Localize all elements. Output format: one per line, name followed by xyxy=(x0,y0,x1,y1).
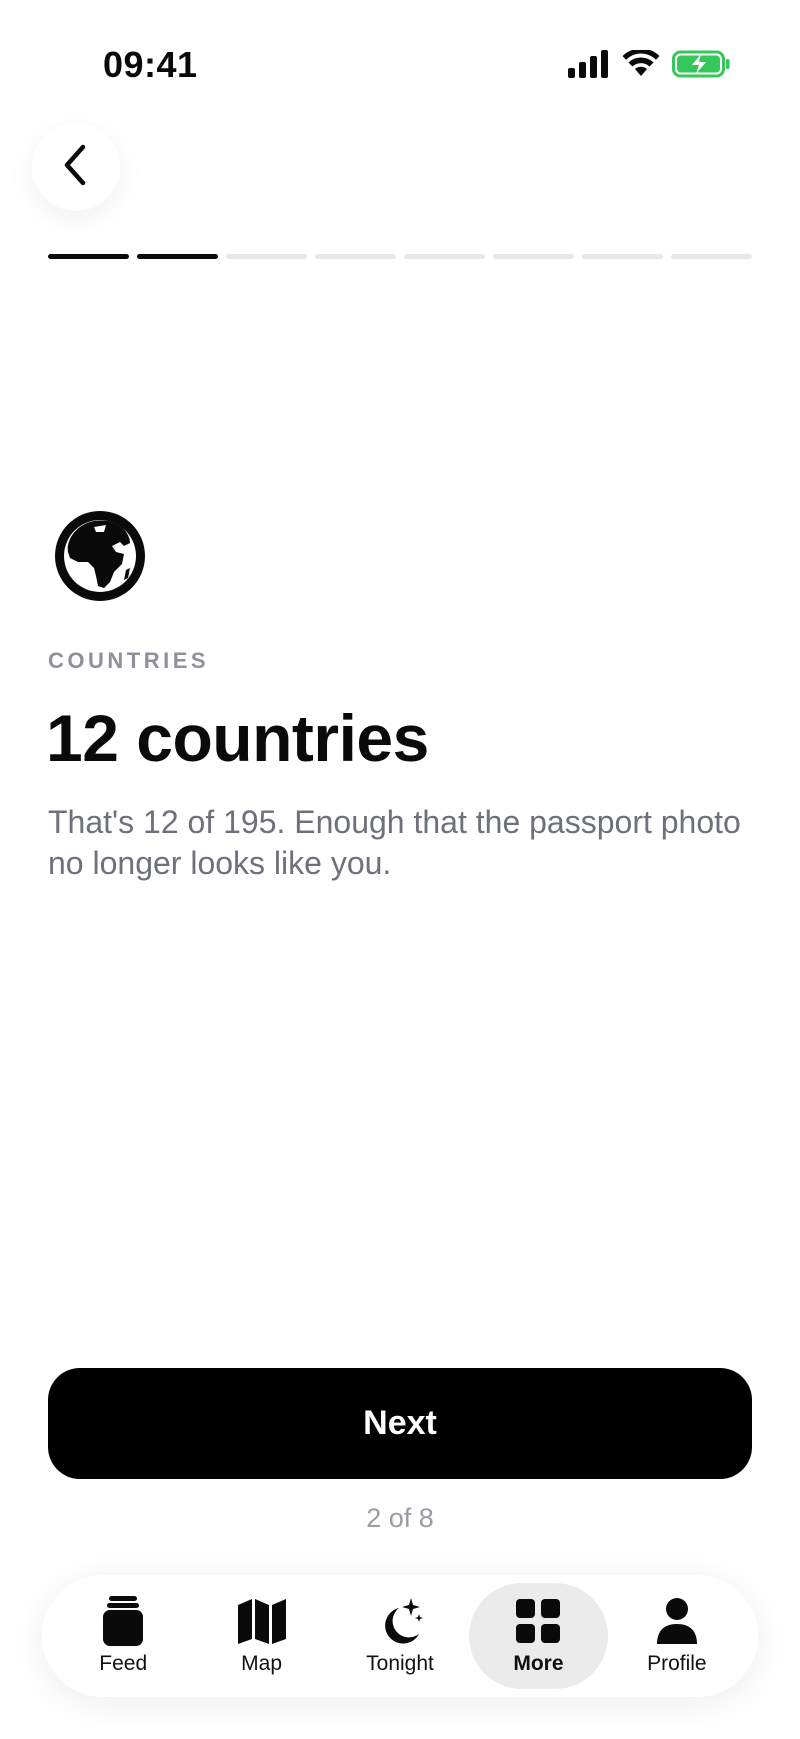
progress-segment xyxy=(48,254,129,259)
cellular-signal-icon xyxy=(568,50,610,83)
tab-map[interactable]: Map xyxy=(192,1583,330,1689)
progress-segment xyxy=(493,254,574,259)
progress-segment xyxy=(315,254,396,259)
tab-bar: Feed Map Tonight More Profile xyxy=(42,1575,758,1697)
tab-label: Profile xyxy=(647,1652,707,1675)
map-icon xyxy=(237,1596,287,1646)
status-time: 09:41 xyxy=(103,44,198,85)
tab-tonight[interactable]: Tonight xyxy=(331,1583,469,1689)
step-indicator: 2 of 8 xyxy=(366,1503,434,1533)
tab-label: Tonight xyxy=(366,1652,434,1675)
globe-africa-icon xyxy=(54,510,146,602)
tab-label: More xyxy=(513,1652,564,1675)
progress-segment xyxy=(226,254,307,259)
wifi-icon xyxy=(622,48,660,83)
moon-stars-icon xyxy=(375,1596,425,1646)
onboarding-screen: 09:41 COUNTRIES 12 countries That's 12 o… xyxy=(0,0,800,1739)
progress-segment xyxy=(671,254,752,259)
chevron-left-icon xyxy=(61,143,91,192)
battery-charging-icon xyxy=(672,50,730,83)
tab-label: Map xyxy=(241,1652,283,1675)
feed-jar-icon xyxy=(98,1596,148,1646)
person-icon xyxy=(652,1596,702,1646)
page-title: 12 countries xyxy=(46,701,429,775)
tab-more[interactable]: More xyxy=(469,1583,608,1689)
status-icons xyxy=(568,48,730,83)
tab-profile[interactable]: Profile xyxy=(608,1583,746,1689)
tab-label: Feed xyxy=(99,1652,148,1675)
description-text: That's 12 of 195. Enough that the passpo… xyxy=(48,804,741,881)
progress-segment xyxy=(582,254,663,259)
section-eyebrow: COUNTRIES xyxy=(48,648,210,673)
next-button[interactable]: Next xyxy=(48,1368,752,1479)
grid-icon xyxy=(513,1596,563,1646)
tab-feed[interactable]: Feed xyxy=(54,1583,192,1689)
back-button[interactable] xyxy=(32,123,120,211)
progress-segment xyxy=(404,254,485,259)
progress-segment xyxy=(137,254,218,259)
progress-indicator xyxy=(48,254,752,259)
